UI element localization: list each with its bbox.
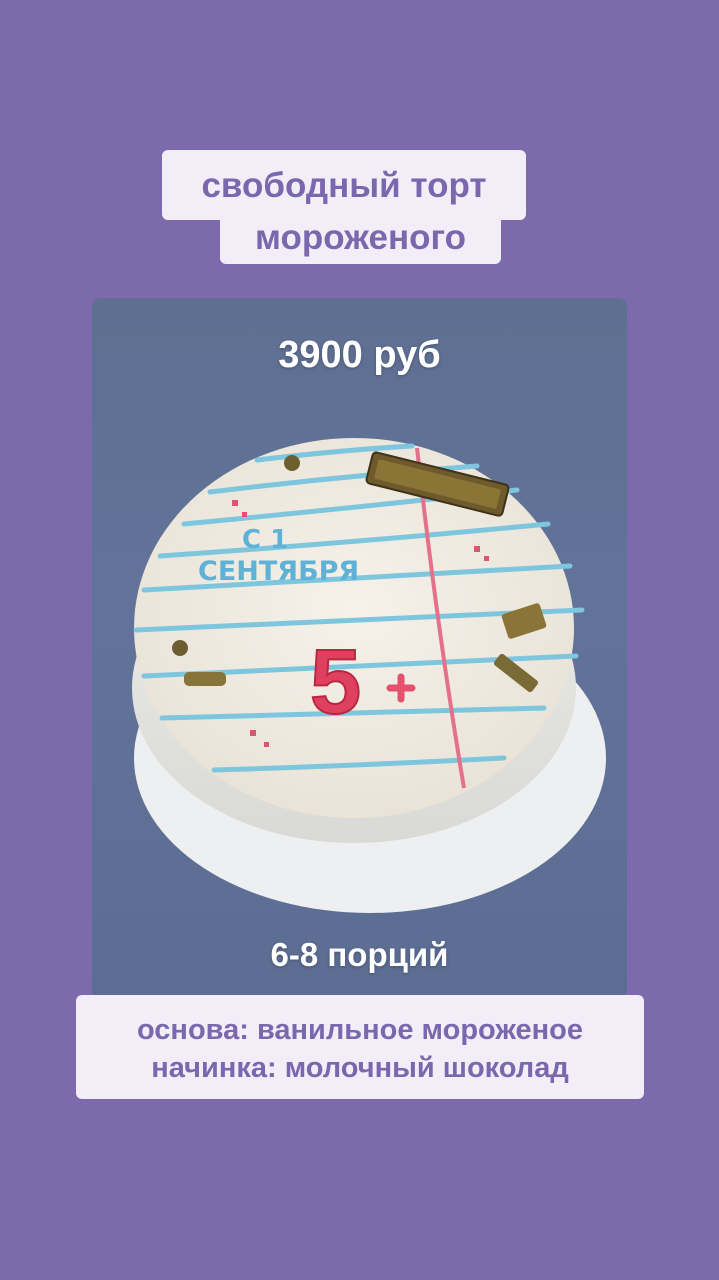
charm-decoration-1 (284, 455, 300, 471)
clip-decoration (184, 672, 226, 686)
charm-decoration-2 (172, 640, 188, 656)
price-label: 3900 руб (278, 334, 441, 376)
cake-illustration: С 1 СЕНТЯБРЯ 5 (132, 438, 606, 913)
description-block: основа: ванильное мороженое начинка: мол… (76, 995, 644, 1099)
cake-inscription-line2: СЕНТЯБРЯ (198, 556, 359, 587)
cake-inscription-line1: С 1 (242, 525, 288, 555)
portions-label: 6-8 порций (270, 936, 449, 973)
title-line-2: мороженого (220, 208, 501, 264)
base-line: основа: ванильное мороженое (136, 1014, 584, 1046)
cake-photo: С 1 СЕНТЯБРЯ 5 3900 руб 6-8 порций (92, 298, 627, 998)
filling-line: начинка: молочный шоколад (151, 1052, 569, 1084)
cake-number: 5 (310, 631, 361, 733)
